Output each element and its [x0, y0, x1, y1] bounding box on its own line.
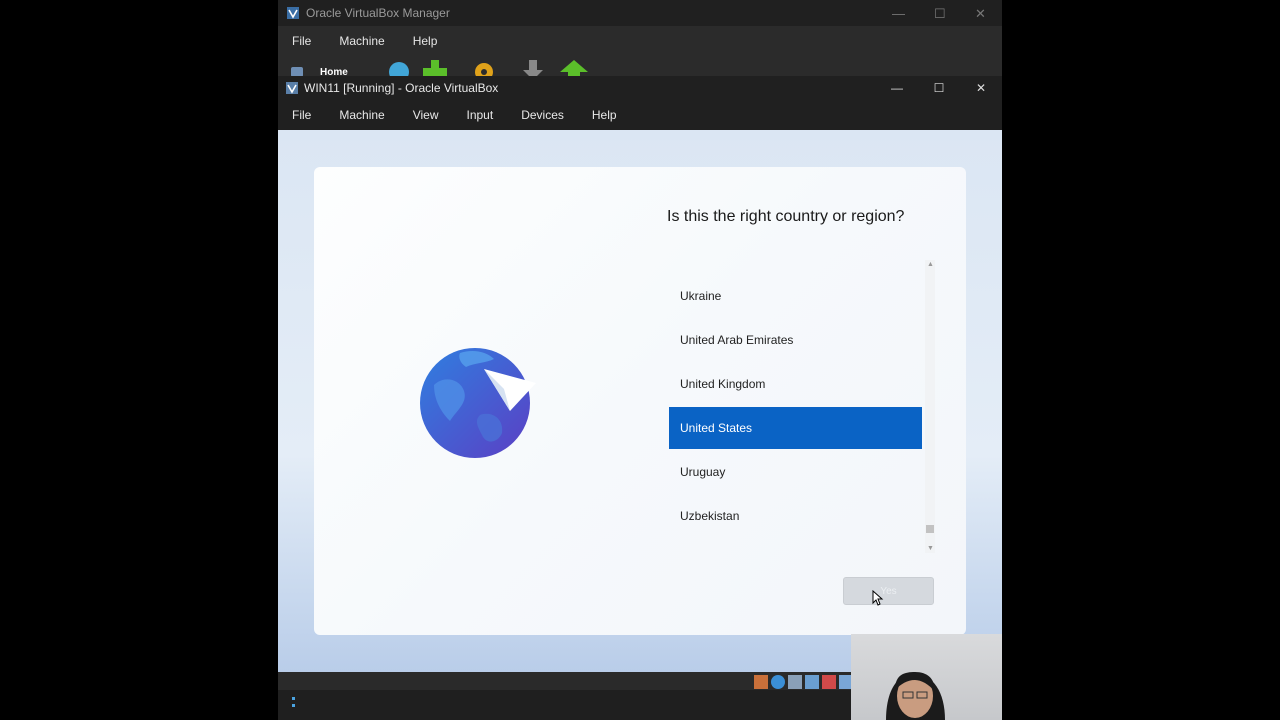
- country-list[interactable]: Ukraine United Arab Emirates United King…: [669, 274, 922, 538]
- list-item[interactable]: Ukraine: [669, 274, 922, 318]
- host-key-indicator: [292, 697, 295, 707]
- vm-menu-machine[interactable]: Machine: [339, 108, 384, 122]
- list-item[interactable]: Uzbekistan: [669, 494, 922, 538]
- vm-close-icon[interactable]: ✕: [960, 76, 1002, 100]
- vm-maximize-icon[interactable]: ☐: [918, 76, 960, 100]
- vm-menubar: File Machine View Input Devices Help: [278, 100, 1002, 130]
- yes-button[interactable]: Yes: [843, 577, 934, 605]
- optical-drive-icon[interactable]: [754, 675, 768, 689]
- guest-screen[interactable]: Is this the right country or region? Ukr…: [278, 130, 1002, 672]
- manager-title: Oracle VirtualBox Manager: [306, 6, 450, 20]
- list-item[interactable]: Uruguay: [669, 450, 922, 494]
- shared-folder-icon[interactable]: [822, 675, 836, 689]
- close-icon[interactable]: ✕: [975, 6, 986, 22]
- vm-titlebar: WIN11 [Running] - Oracle VirtualBox — ☐ …: [278, 76, 1002, 100]
- scroll-down-icon[interactable]: ▼: [927, 545, 934, 552]
- list-scrollbar[interactable]: ▲ ▼: [925, 260, 935, 553]
- scroll-thumb[interactable]: [926, 525, 934, 533]
- network-icon[interactable]: [788, 675, 802, 689]
- vm-menu-input[interactable]: Input: [467, 108, 494, 122]
- vm-window: WIN11 [Running] - Oracle VirtualBox — ☐ …: [278, 76, 1002, 720]
- webcam-overlay: [851, 634, 1002, 720]
- list-item[interactable]: United Arab Emirates: [669, 318, 922, 362]
- manager-menu-machine[interactable]: Machine: [339, 34, 384, 48]
- desktop: Oracle VirtualBox Manager — ☐ ✕ File Mac…: [0, 0, 1280, 720]
- vm-menu-devices[interactable]: Devices: [521, 108, 564, 122]
- list-item-selected[interactable]: United States: [669, 407, 922, 449]
- minimize-icon[interactable]: —: [892, 6, 905, 21]
- manager-titlebar: Oracle VirtualBox Manager — ☐ ✕: [278, 0, 1002, 26]
- usb-icon[interactable]: [805, 675, 819, 689]
- manager-menubar: File Machine Help: [278, 26, 1002, 56]
- webcam-person-image: [886, 672, 945, 720]
- vm-menu-file[interactable]: File: [292, 108, 311, 122]
- manager-menu-file[interactable]: File: [292, 34, 311, 48]
- page-title: Is this the right country or region?: [667, 208, 905, 225]
- scroll-up-icon[interactable]: ▲: [927, 261, 934, 268]
- virtualbox-icon: [287, 7, 299, 19]
- audio-icon[interactable]: [771, 675, 785, 689]
- mouse-cursor-icon: [872, 590, 884, 606]
- list-item[interactable]: United Kingdom: [669, 362, 922, 406]
- globe-illustration: [420, 345, 538, 459]
- vm-title: WIN11 [Running] - Oracle VirtualBox: [304, 81, 499, 95]
- manager-menu-help[interactable]: Help: [413, 34, 438, 48]
- vm-menu-view[interactable]: View: [413, 108, 439, 122]
- globe-icon: [420, 348, 536, 458]
- maximize-icon[interactable]: ☐: [934, 6, 946, 22]
- virtualbox-vm-icon: [286, 82, 298, 94]
- vm-minimize-icon[interactable]: —: [876, 76, 918, 100]
- vm-menu-help[interactable]: Help: [592, 108, 617, 122]
- oobe-card: Is this the right country or region? Ukr…: [314, 167, 966, 635]
